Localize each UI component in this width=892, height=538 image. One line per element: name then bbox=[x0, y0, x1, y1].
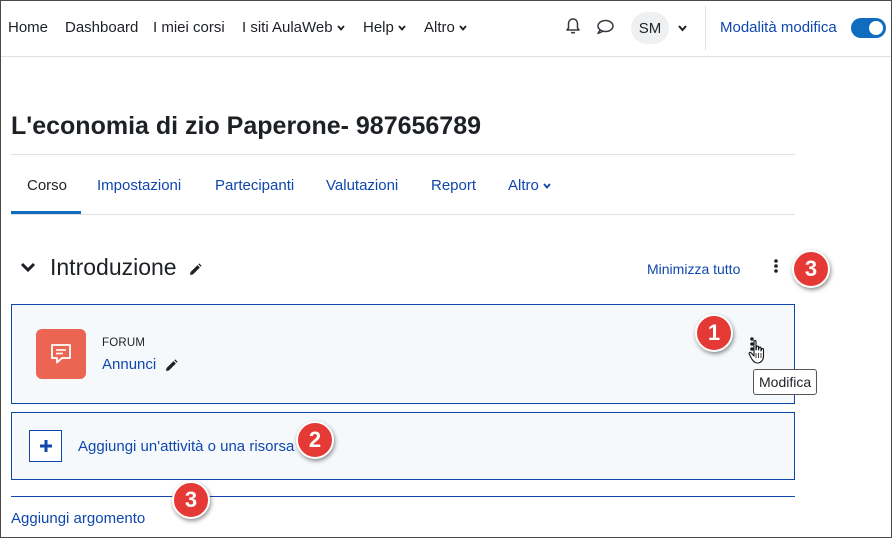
edit-activity-name-pencil-icon[interactable] bbox=[164, 359, 178, 373]
user-avatar[interactable]: SM bbox=[631, 12, 669, 44]
nav-divider bbox=[705, 6, 706, 50]
tab-grades[interactable]: Valutazioni bbox=[326, 177, 398, 194]
tab-reports[interactable]: Report bbox=[431, 177, 476, 194]
chevron-down-icon bbox=[459, 25, 467, 31]
nav-aulaweb-sites-label: I siti AulaWeb bbox=[242, 19, 333, 36]
callout-badge-2: 2 bbox=[296, 421, 334, 459]
nav-aulaweb-sites[interactable]: I siti AulaWeb bbox=[242, 19, 345, 36]
activity-card bbox=[11, 304, 795, 404]
top-navbar: Home Dashboard I miei corsi I siti AulaW… bbox=[0, 0, 892, 57]
add-activity-button[interactable] bbox=[29, 430, 62, 462]
nav-my-courses[interactable]: I miei corsi bbox=[153, 19, 225, 36]
edit-section-pencil-icon[interactable] bbox=[188, 263, 202, 277]
add-topic-link[interactable]: Aggiungi argomento bbox=[11, 510, 145, 527]
nav-more[interactable]: Altro bbox=[424, 19, 467, 36]
section-menu-kebab-icon[interactable] bbox=[773, 259, 779, 273]
callout-badge-1: 1 bbox=[695, 314, 733, 352]
tab-course[interactable]: Corso bbox=[27, 177, 67, 194]
tabs-divider bbox=[11, 214, 795, 215]
tab-settings[interactable]: Impostazioni bbox=[97, 177, 181, 194]
section-collapse-chevron-icon[interactable] bbox=[20, 262, 36, 273]
edit-tooltip: Modifica bbox=[753, 369, 818, 395]
plus-icon bbox=[39, 440, 52, 452]
chevron-down-icon bbox=[398, 25, 406, 31]
tab-participants[interactable]: Partecipanti bbox=[215, 177, 294, 194]
forum-speech-bubble-icon bbox=[51, 344, 71, 364]
chevron-down-icon bbox=[336, 25, 345, 31]
tab-more-label: Altro bbox=[508, 177, 539, 194]
chevron-down-icon bbox=[543, 183, 551, 189]
header-divider bbox=[11, 154, 795, 155]
collapse-all-link[interactable]: Minimizza tutto bbox=[647, 261, 740, 277]
bell-icon[interactable] bbox=[565, 17, 581, 35]
edit-mode-label: Modalità modifica bbox=[720, 19, 837, 36]
forum-icon bbox=[36, 329, 86, 379]
callout-badge-3-top: 3 bbox=[792, 250, 830, 288]
hand-pointer-cursor-icon bbox=[748, 339, 765, 364]
nav-help[interactable]: Help bbox=[363, 19, 406, 36]
callout-badge-3-bottom: 3 bbox=[172, 481, 210, 519]
section-title: Introduzione bbox=[50, 254, 177, 280]
nav-more-label: Altro bbox=[424, 19, 455, 36]
nav-home[interactable]: Home bbox=[8, 19, 48, 36]
chat-bubble-icon[interactable] bbox=[596, 19, 614, 35]
toggle-knob bbox=[869, 21, 883, 35]
section-bottom-divider bbox=[11, 496, 795, 497]
course-title: L'economia di zio Paperone- 987656789 bbox=[11, 112, 482, 140]
tab-more[interactable]: Altro bbox=[508, 177, 551, 194]
activity-name-link[interactable]: Annunci bbox=[102, 356, 156, 373]
add-activity-link[interactable]: Aggiungi un'attività o una risorsa bbox=[78, 438, 294, 455]
activity-type-label: FORUM bbox=[102, 337, 146, 349]
user-menu-chevron-down-icon[interactable] bbox=[678, 25, 687, 32]
edit-mode-toggle[interactable] bbox=[851, 18, 886, 38]
nav-help-label: Help bbox=[363, 19, 394, 36]
nav-dashboard[interactable]: Dashboard bbox=[65, 19, 138, 36]
